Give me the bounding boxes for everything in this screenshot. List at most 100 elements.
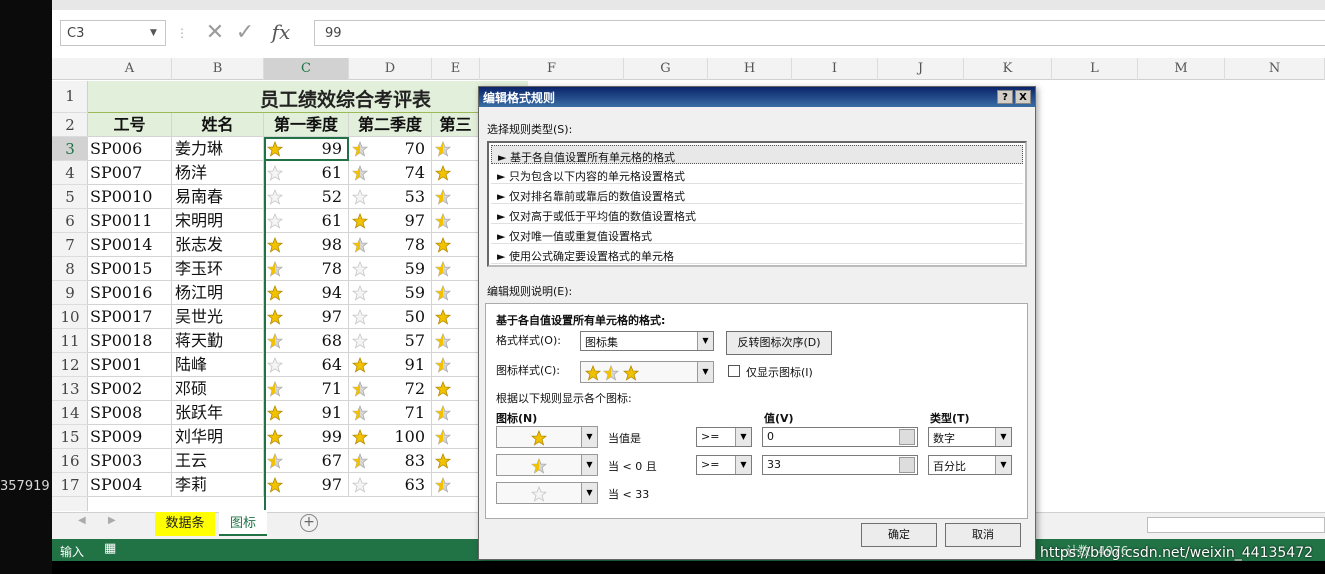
icon-rule-2-operator[interactable]: >= ▼ <box>696 455 752 475</box>
name-cell[interactable]: 张跃年 <box>172 401 264 425</box>
name-cell[interactable]: 杨江明 <box>172 281 264 305</box>
name-cell[interactable]: 王云 <box>172 449 264 473</box>
score-cell-partial[interactable] <box>432 185 480 209</box>
score-cell-partial[interactable] <box>432 425 480 449</box>
sheet-tab-databar[interactable]: 数据条 <box>155 512 215 536</box>
id-cell[interactable]: SP001 <box>88 353 172 377</box>
id-cell[interactable]: SP0015 <box>88 257 172 281</box>
rule-type-item[interactable]: ► 仅对排名靠前或靠后的数值设置格式 <box>491 185 1023 204</box>
name-cell[interactable]: 姜力琳 <box>172 137 264 161</box>
icon-rule-2-icon-select[interactable]: ▼ <box>496 454 598 476</box>
icon-style-select[interactable]: ▼ <box>580 361 714 383</box>
score-cell-partial[interactable] <box>432 401 480 425</box>
score-cell[interactable]: 61 <box>264 161 349 185</box>
ok-button[interactable]: 确定 <box>861 523 937 547</box>
score-cell-partial[interactable] <box>432 473 480 497</box>
score-cell-partial[interactable] <box>432 329 480 353</box>
score-cell-partial[interactable] <box>432 377 480 401</box>
column-title-cell[interactable]: 第三 <box>432 113 480 137</box>
score-cell[interactable]: 67 <box>264 449 349 473</box>
macro-record-icon[interactable]: ▦ <box>104 541 118 556</box>
score-cell[interactable]: 61 <box>264 209 349 233</box>
id-cell[interactable]: SP004 <box>88 473 172 497</box>
name-cell[interactable]: 刘华明 <box>172 425 264 449</box>
name-cell[interactable]: 宋明明 <box>172 209 264 233</box>
icon-rule-1-value-input[interactable]: 0 <box>762 427 918 447</box>
score-cell[interactable]: 98 <box>264 233 349 257</box>
score-cell[interactable]: 99 <box>264 137 349 161</box>
close-button[interactable]: X <box>1015 90 1031 104</box>
score-cell[interactable]: 94 <box>264 281 349 305</box>
range-select-icon[interactable] <box>899 429 915 445</box>
icon-rule-3-icon-select[interactable]: ▼ <box>496 482 598 504</box>
score-cell-partial[interactable] <box>432 449 480 473</box>
range-select-icon[interactable] <box>899 457 915 473</box>
score-cell-partial[interactable] <box>432 161 480 185</box>
show-icon-only-checkbox[interactable] <box>728 365 740 377</box>
score-cell[interactable]: 100 <box>349 425 432 449</box>
icon-rule-1-operator[interactable]: >= ▼ <box>696 427 752 447</box>
score-cell[interactable]: 78 <box>264 257 349 281</box>
name-cell[interactable]: 易南春 <box>172 185 264 209</box>
icon-rule-2-type-select[interactable]: 百分比 ▼ <box>928 455 1012 475</box>
score-cell[interactable]: 64 <box>264 353 349 377</box>
sheet-title[interactable]: 员工绩效综合考评表 <box>88 81 528 113</box>
column-title-cell[interactable]: 第一季度 <box>264 113 349 137</box>
id-cell[interactable]: SP0017 <box>88 305 172 329</box>
id-cell[interactable]: SP0011 <box>88 209 172 233</box>
score-cell[interactable]: 78 <box>349 233 432 257</box>
score-cell[interactable]: 97 <box>349 209 432 233</box>
score-cell[interactable]: 91 <box>264 401 349 425</box>
score-cell[interactable]: 83 <box>349 449 432 473</box>
rule-type-item[interactable]: ► 仅对高于或低于平均值的数值设置格式 <box>491 205 1023 224</box>
format-style-select[interactable]: 图标集 ▼ <box>580 331 714 351</box>
score-cell-partial[interactable] <box>432 257 480 281</box>
score-cell[interactable]: 70 <box>349 137 432 161</box>
column-title-cell[interactable]: 第二季度 <box>349 113 432 137</box>
cancel-button[interactable]: 取消 <box>945 523 1021 547</box>
icon-rule-1-icon-select[interactable]: ▼ <box>496 426 598 448</box>
id-cell[interactable]: SP003 <box>88 449 172 473</box>
score-cell[interactable]: 53 <box>349 185 432 209</box>
horizontal-scrollbar[interactable] <box>1147 517 1325 533</box>
score-cell[interactable]: 97 <box>264 473 349 497</box>
score-cell[interactable]: 59 <box>349 281 432 305</box>
score-cell[interactable]: 57 <box>349 329 432 353</box>
score-cell[interactable]: 97 <box>264 305 349 329</box>
score-cell-partial[interactable] <box>432 353 480 377</box>
score-cell[interactable]: 63 <box>349 473 432 497</box>
score-cell[interactable]: 68 <box>264 329 349 353</box>
id-cell[interactable]: SP0014 <box>88 233 172 257</box>
rule-type-item[interactable]: ► 仅对唯一值或重复值设置格式 <box>491 225 1023 244</box>
name-cell[interactable]: 张志发 <box>172 233 264 257</box>
score-cell[interactable]: 99 <box>264 425 349 449</box>
sheet-tab-icons[interactable]: 图标 <box>219 512 267 536</box>
score-cell[interactable]: 59 <box>349 257 432 281</box>
icon-rule-1-type-select[interactable]: 数字 ▼ <box>928 427 1012 447</box>
score-cell[interactable]: 91 <box>349 353 432 377</box>
rule-type-item[interactable]: ► 只为包含以下内容的单元格设置格式 <box>491 165 1023 184</box>
column-title-cell[interactable]: 姓名 <box>172 113 264 137</box>
id-cell[interactable]: SP007 <box>88 161 172 185</box>
rule-type-item[interactable]: ► 使用公式确定要设置格式的单元格 <box>491 245 1023 264</box>
score-cell-partial[interactable] <box>432 233 480 257</box>
name-cell[interactable]: 吴世光 <box>172 305 264 329</box>
id-cell[interactable]: SP008 <box>88 401 172 425</box>
name-cell[interactable]: 李玉环 <box>172 257 264 281</box>
name-cell[interactable]: 邓硕 <box>172 377 264 401</box>
add-sheet-icon[interactable]: + <box>300 514 318 532</box>
name-cell[interactable]: 蒋天勤 <box>172 329 264 353</box>
sheet-nav-prev-icon[interactable]: ◀ <box>78 515 86 526</box>
sheet-nav-next-icon[interactable]: ▶ <box>108 515 116 526</box>
score-cell[interactable]: 74 <box>349 161 432 185</box>
icon-rule-2-value-input[interactable]: 33 <box>762 455 918 475</box>
score-cell[interactable]: 71 <box>349 401 432 425</box>
id-cell[interactable]: SP0018 <box>88 329 172 353</box>
help-button[interactable]: ? <box>997 90 1013 104</box>
score-cell[interactable]: 50 <box>349 305 432 329</box>
reverse-icon-order-button[interactable]: 反转图标次序(D) <box>726 331 832 355</box>
id-cell[interactable]: SP002 <box>88 377 172 401</box>
id-cell[interactable]: SP009 <box>88 425 172 449</box>
id-cell[interactable]: SP006 <box>88 137 172 161</box>
score-cell[interactable]: 71 <box>264 377 349 401</box>
